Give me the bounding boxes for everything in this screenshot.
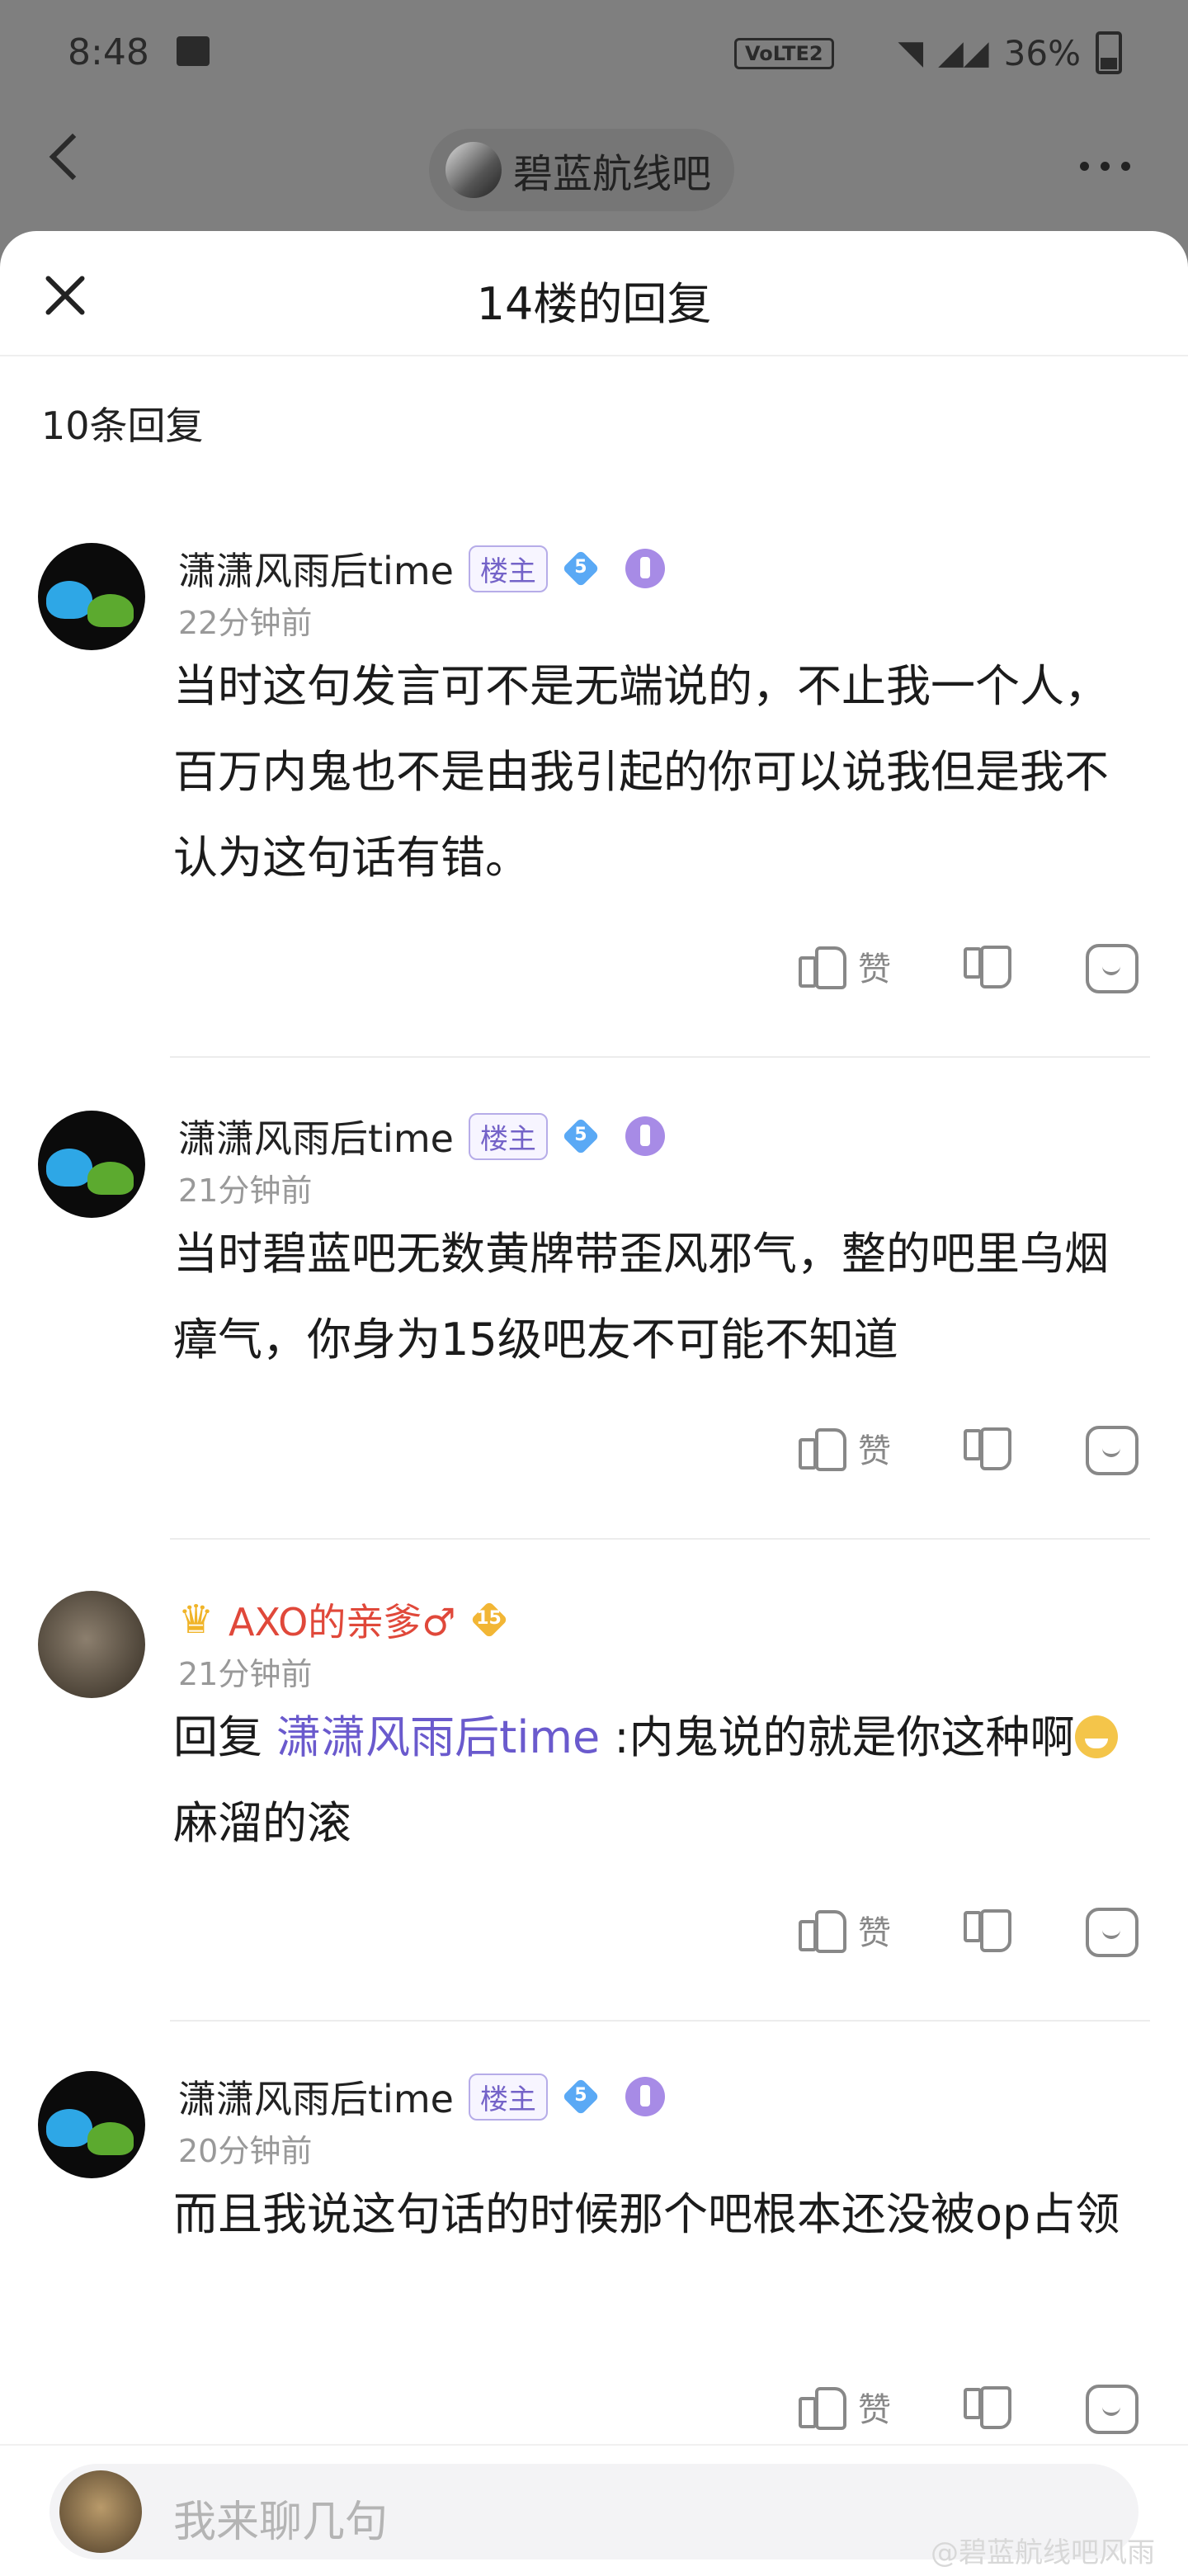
comment-icon[interactable]	[1086, 1908, 1138, 1957]
username[interactable]: 潇潇风雨后time	[178, 1109, 454, 1163]
op-badge: 楼主	[468, 545, 548, 592]
reply-content: 而且我说这句话的时候那个吧根本还没被op占领	[173, 2188, 1120, 2240]
wifi-icon: ◥	[898, 34, 924, 72]
sheet-header: 14楼的回复	[0, 231, 1188, 356]
name-row: 潇潇风雨后time 楼主 5	[178, 1107, 665, 1165]
replies-sheet: 14楼的回复 10条回复 潇潇风雨后time 楼主 5 22分钟前 当时这句发言…	[0, 231, 1188, 2574]
forum-name: 碧蓝航线吧	[513, 151, 712, 197]
status-time: 8:48	[68, 31, 149, 73]
volte-indicator: VoLTE2	[734, 38, 834, 69]
divider	[170, 1056, 1150, 1058]
comment-icon[interactable]	[1086, 2385, 1138, 2434]
thumbs-down-icon[interactable]	[964, 1909, 1011, 1956]
reply-text-end: 麻溜的滚	[173, 1797, 351, 1849]
reply-actions: 赞	[0, 1906, 1188, 1972]
timestamp: 20分钟前	[178, 2133, 313, 2169]
level-gem-icon: 5	[563, 1118, 599, 1154]
timestamp: 21分钟前	[178, 1172, 313, 1209]
thumbs-up-icon	[799, 943, 846, 989]
signal-icon: ◢◢	[938, 34, 989, 72]
like-label: 赞	[858, 1432, 891, 1470]
my-avatar	[59, 2470, 142, 2553]
reply-text: :内鬼说的就是你这种啊	[600, 1711, 1075, 1763]
thumbs-up-icon	[799, 1425, 846, 1471]
medal-icon	[625, 1116, 665, 1156]
crown-icon: ♛	[178, 1597, 214, 1643]
mention-link[interactable]: 潇潇风雨后time	[276, 1711, 600, 1763]
more-options-icon[interactable]	[1080, 162, 1130, 171]
thumbs-up-icon	[799, 1907, 846, 1953]
level-gem-icon: 5	[563, 2078, 599, 2115]
thumbs-up-icon	[799, 2384, 846, 2430]
avatar[interactable]	[38, 1591, 145, 1698]
medal-icon	[625, 549, 665, 588]
battery-percent: 36%	[1003, 32, 1081, 73]
like-button[interactable]: 赞	[799, 942, 891, 990]
like-label: 赞	[858, 2391, 891, 2429]
thumbs-down-icon[interactable]	[964, 2386, 1011, 2432]
divider	[170, 1538, 1150, 1540]
grin-emoji-icon	[1074, 1715, 1118, 1759]
op-badge: 楼主	[468, 2073, 548, 2121]
reply-count: 10条回复	[41, 403, 204, 448]
status-bar: 8:48 VoLTE2 ◥ ◢◢ 36%	[0, 0, 1188, 107]
avatar[interactable]	[38, 543, 145, 650]
username[interactable]: 潇潇风雨后time	[178, 541, 454, 596]
reply-prefix: 回复	[173, 1711, 277, 1763]
reply-actions: 赞	[0, 942, 1188, 1008]
comment-icon[interactable]	[1086, 1426, 1138, 1475]
op-badge: 楼主	[468, 1112, 548, 1160]
like-label: 赞	[858, 951, 891, 988]
reply-content: 当时这句发言可不是无端说的，不止我一个人，百万内鬼也不是由我引起的你可以说我但是…	[173, 660, 1109, 884]
like-button[interactable]: 赞	[799, 2383, 891, 2431]
status-right: ◥ ◢◢ 36%	[898, 31, 1122, 74]
timestamp: 22分钟前	[178, 605, 313, 641]
forum-pill[interactable]: 碧蓝航线吧	[429, 129, 735, 211]
reply-actions: 赞	[0, 1424, 1188, 1490]
name-row: 潇潇风雨后time 楼主 5	[178, 2068, 665, 2125]
level-gem-icon: 5	[563, 550, 599, 587]
like-label: 赞	[858, 1914, 891, 1952]
username[interactable]: AXO的亲爹♂	[229, 1592, 455, 1647]
comment-icon[interactable]	[1086, 944, 1138, 993]
username[interactable]: 潇潇风雨后time	[178, 2069, 454, 2124]
like-button[interactable]: 赞	[799, 1424, 891, 1472]
image-notification-icon	[177, 36, 210, 66]
reply-actions: 赞	[0, 2383, 1188, 2449]
medal-icon	[625, 2077, 665, 2116]
reply-content: 回复 潇潇风雨后time :内鬼说的就是你这种啊麻溜的滚	[173, 1695, 1138, 1866]
thumbs-down-icon[interactable]	[964, 946, 1011, 992]
reply-content: 当时碧蓝吧无数黄牌带歪风邪气，整的吧里乌烟瘴气，你身为15级吧友不可能不知道	[173, 1228, 1109, 1366]
watermark: @碧蓝航线吧风雨	[931, 2536, 1155, 2569]
avatar[interactable]	[38, 2071, 145, 2178]
name-row: 潇潇风雨后time 楼主 5	[178, 540, 665, 597]
like-button[interactable]: 赞	[799, 1906, 891, 1954]
sheet-title: 14楼的回复	[476, 278, 712, 330]
battery-icon	[1096, 31, 1122, 74]
timestamp: 21分钟前	[178, 1656, 313, 1692]
input-placeholder: 我来聊几句	[173, 2498, 389, 2547]
name-row: ♛ AXO的亲爹♂ 15	[178, 1591, 507, 1649]
level-gem-icon: 15	[471, 1602, 507, 1638]
avatar[interactable]	[38, 1111, 145, 1218]
divider	[170, 2020, 1150, 2022]
forum-avatar	[446, 142, 502, 198]
thumbs-down-icon[interactable]	[964, 1427, 1011, 1474]
